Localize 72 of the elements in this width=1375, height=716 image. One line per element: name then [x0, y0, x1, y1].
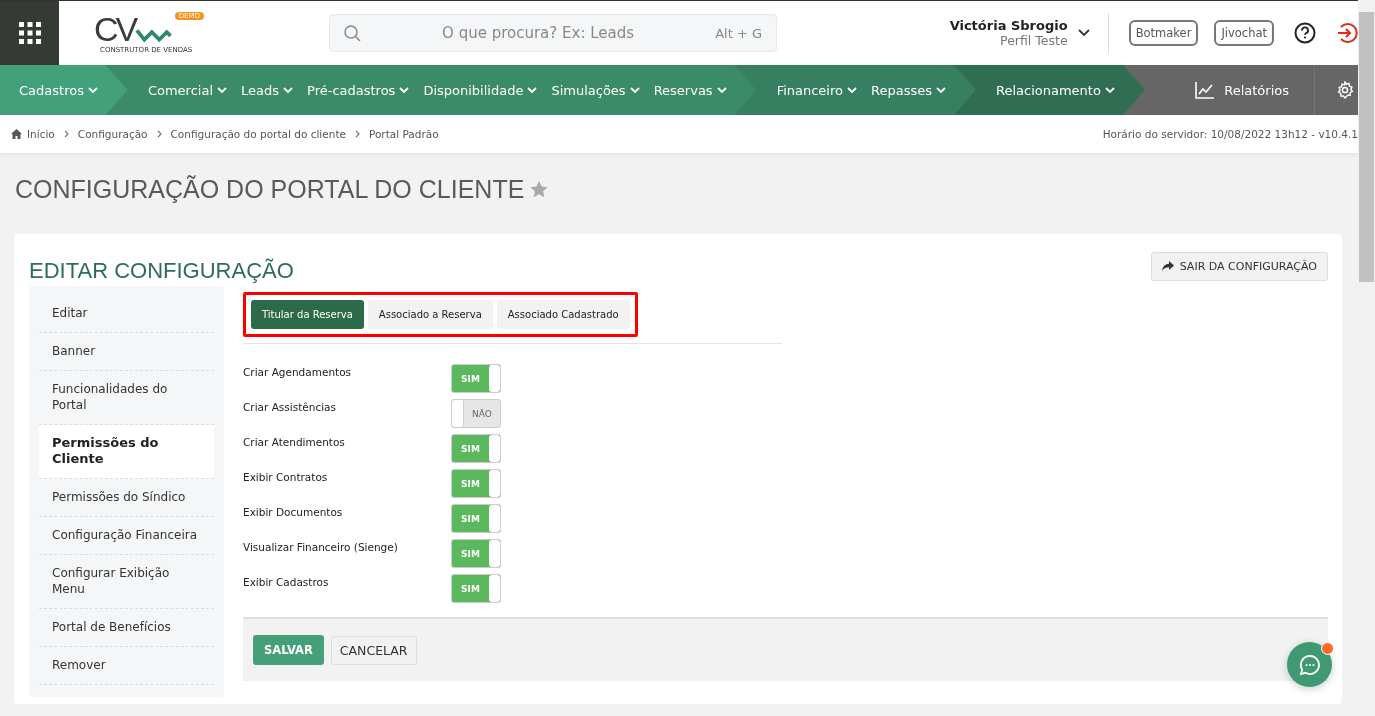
- nav-menu-item[interactable]: Disponibilidade: [423, 82, 538, 98]
- chevron-down-icon: [935, 86, 946, 94]
- exit-configuration-button[interactable]: SAIR DA CONFIGURAÇÃO: [1150, 251, 1328, 281]
- home-icon: [11, 129, 22, 139]
- nav-menu-item[interactable]: Financeiro: [776, 82, 857, 98]
- chevron-down-icon: [1104, 86, 1115, 94]
- reports-menu-item[interactable]: Relatórios: [1195, 65, 1314, 115]
- sidebar-item[interactable]: Portal de Benefícios: [39, 609, 214, 647]
- nav-menu-item[interactable]: Reservas: [653, 82, 727, 98]
- shortcut-hint: Alt + G: [715, 25, 762, 41]
- setting-label: Exibir Cadastros: [243, 575, 330, 588]
- sidebar-item[interactable]: Permissões do Síndico: [39, 479, 214, 517]
- chevron-down-icon: [87, 86, 98, 94]
- wave-logo-icon: [135, 26, 173, 44]
- help-icon[interactable]: [1294, 22, 1316, 44]
- user-name: Victória Sbrogio: [949, 18, 1068, 33]
- chevron-down-icon: [629, 86, 640, 94]
- nav-menu-item[interactable]: Simulações: [551, 82, 640, 98]
- nav-menu-item[interactable]: Leads: [241, 82, 294, 98]
- chevron-down-icon: [716, 86, 727, 94]
- logo-mark: CV: [94, 12, 136, 46]
- chevron-down-icon[interactable]: [1077, 29, 1090, 37]
- setting-label: Criar Assistências: [243, 400, 337, 413]
- chat-integration-button[interactable]: Botmaker: [1128, 20, 1199, 46]
- chevron-down-icon: [847, 86, 857, 94]
- line-chart-icon: [1195, 81, 1215, 99]
- user-profile: Perfil Teste: [1000, 33, 1068, 48]
- breadcrumb-link[interactable]: Configuração do portal do cliente: [170, 128, 346, 140]
- setting-label: Exibir Documentos: [243, 505, 344, 518]
- apps-grid-button[interactable]: [0, 1, 59, 65]
- settings-icon[interactable]: [1336, 81, 1354, 99]
- chat-integration-button[interactable]: Jivochat: [1214, 20, 1274, 46]
- sidebar-item[interactable]: Permissões do Cliente: [39, 425, 214, 479]
- chevron-down-icon: [527, 86, 538, 94]
- breadcrumb-link[interactable]: Início: [27, 128, 55, 140]
- grid-icon: [18, 22, 41, 44]
- setting-label: Criar Atendimentos: [243, 435, 346, 448]
- nav-menu-item[interactable]: Repasses: [871, 82, 946, 98]
- setting-label: Exibir Contratos: [243, 470, 329, 483]
- cancel-button[interactable]: CANCELAR: [330, 635, 417, 665]
- share-arrow-icon: [1161, 261, 1174, 271]
- search-input[interactable]: O que procura? Ex: Leads: [371, 23, 706, 43]
- breadcrumb-link[interactable]: Configuração: [77, 128, 148, 140]
- page-title: CONFIGURAÇÃO DO PORTAL DO CLIENTE: [15, 175, 525, 204]
- nav-menu-item[interactable]: Pré-cadastros: [307, 82, 410, 98]
- sidebar-item[interactable]: Configuração Financeira: [39, 517, 214, 555]
- sidebar-item[interactable]: Configurar Exibição Menu: [39, 555, 214, 609]
- chevron-right-icon: [156, 130, 162, 138]
- server-time: Horário do servidor: 10/08/2022 13h12 - v10.4.1: [1102, 128, 1358, 140]
- section-title: EDITAR CONFIGURAÇÃO: [29, 258, 294, 284]
- sidebar-item[interactable]: Remover: [39, 647, 214, 685]
- logout-icon[interactable]: [1336, 22, 1358, 44]
- setting-label: Criar Agendamentos: [243, 365, 353, 378]
- chevron-right-icon: [63, 130, 69, 138]
- tab[interactable]: Associado a Reserva: [367, 300, 493, 329]
- tab[interactable]: Associado Cadastrado: [496, 300, 630, 329]
- sidebar-item[interactable]: Editar: [39, 295, 214, 333]
- chevron-down-icon: [217, 86, 227, 94]
- sidebar-item[interactable]: Banner: [39, 333, 214, 371]
- breadcrumb-link[interactable]: Portal Padrão: [368, 128, 439, 140]
- chevron-down-icon: [283, 86, 294, 94]
- toggle-switch[interactable]: NÃO: [451, 399, 501, 428]
- chevron-right-icon: [354, 130, 360, 138]
- setting-label: Visualizar Financeiro (Sienge): [243, 540, 399, 553]
- search-icon: [344, 24, 361, 42]
- search-bar[interactable]: O que procura? Ex: Leads Alt + G: [329, 14, 777, 52]
- nav-menu-item[interactable]: Relacionamento: [995, 82, 1115, 98]
- chevron-down-icon: [399, 86, 410, 94]
- chat-icon: [1298, 653, 1321, 676]
- nav-menu-item[interactable]: Comercial: [147, 82, 227, 98]
- tab[interactable]: Titular da Reserva: [251, 300, 364, 329]
- star-icon[interactable]: [530, 181, 549, 198]
